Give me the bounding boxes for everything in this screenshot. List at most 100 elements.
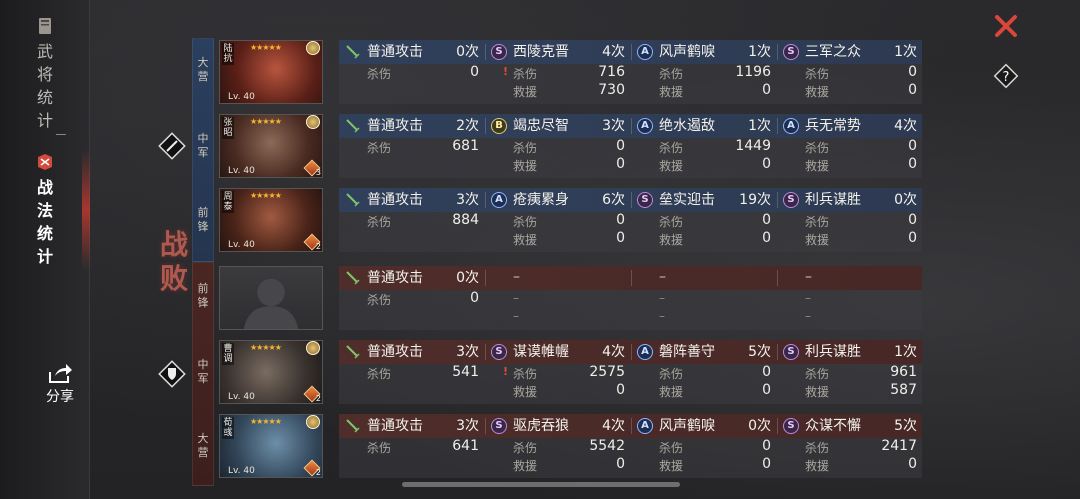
tactic-count: 5次 — [748, 344, 771, 360]
kill-value: 0 — [908, 212, 917, 228]
general-portrait[interactable]: 张昭 ★★★★★ Lv. 40 3 — [219, 114, 323, 178]
tactic-count: 3次 — [456, 192, 479, 208]
heal-stat: 救援 0 — [805, 230, 917, 247]
tactic-count: 3次 — [456, 418, 479, 434]
tactic-cell[interactable]: S 驱虎吞狼 4次 杀伤 5542 救援 0 — [485, 414, 630, 478]
kill-label: 杀伤 — [367, 67, 392, 81]
tactic-cell[interactable]: A 风声鹤唳 0次 杀伤 0 救援 0 — [631, 414, 776, 478]
tactic-cell[interactable]: S 众谋不懈 5次 杀伤 2417 救援 0 — [777, 414, 922, 478]
general-portrait[interactable]: 周泰 ★★★★★ Lv. 40 2 — [219, 188, 323, 252]
heal-stat: 救援 0 — [805, 456, 917, 473]
kill-stat: – — [513, 291, 625, 307]
tab-tactic-stats[interactable]: 战法统计 — [0, 152, 90, 268]
general-portrait[interactable]: 荀彧 ★★★★★ Lv. 40 2 — [219, 414, 323, 478]
kill-label: 杀伤 — [659, 141, 684, 155]
tactic-count: 3次 — [456, 344, 479, 360]
heal-value: 0 — [762, 230, 771, 246]
tactic-header: S 三军之众 1次 — [783, 43, 917, 61]
kill-value: 0 — [470, 290, 479, 306]
heal-label: 救援 — [805, 233, 830, 247]
tactic-cell[interactable]: 普通攻击 2次 杀伤 681 — [339, 114, 484, 178]
tactic-count: 0次 — [456, 270, 479, 286]
general-level: Lv. 40 — [228, 240, 255, 250]
tactic-header: 普通攻击 3次 — [345, 343, 479, 361]
kill-label: 杀伤 — [805, 215, 830, 229]
heal-value: 0 — [616, 456, 625, 472]
heal-label: – — [659, 309, 665, 323]
help-icon[interactable]: ? — [992, 62, 1020, 90]
tactic-row: 普通攻击 2次 杀伤 681 B 竭忠尽智 3次 杀伤 0 救援 0 A 绝水遏敌 1次 杀伤 1449 救援 0… — [339, 114, 922, 178]
tactic-cell[interactable]: 普通攻击 3次 杀伤 641 — [339, 414, 484, 478]
tactic-cell[interactable]: 普通攻击 3次 杀伤 541 — [339, 340, 484, 404]
tactic-header: A 绝水遏敌 1次 — [637, 117, 771, 135]
tactic-header: A 风声鹤唳 1次 — [637, 43, 771, 61]
kill-stat: 杀伤 0 — [659, 212, 771, 229]
kill-value: 0 — [908, 138, 917, 154]
tactic-name: 利兵谋胜 — [805, 192, 861, 208]
kill-label: 杀伤 — [513, 441, 538, 455]
general-name: 荀彧 — [222, 417, 234, 439]
tactic-name: 绝水遏敌 — [659, 118, 715, 134]
kill-stat: 杀伤 2417 — [805, 438, 917, 455]
general-name: 陆抗 — [222, 43, 234, 65]
tactic-cell[interactable]: A 疮痍累身 6次 杀伤 0 救援 0 — [485, 188, 630, 252]
general-portrait[interactable]: 曹调 ★★★★★ Lv. 40 2 — [219, 340, 323, 404]
tactic-header: 普通攻击 0次 — [345, 269, 479, 287]
tactic-cell[interactable]: 普通攻击 0次 杀伤 0 — [339, 40, 484, 104]
tactic-cell[interactable]: – – – — [631, 266, 776, 330]
tactic-name: – — [513, 269, 520, 285]
heal-value: 0 — [908, 156, 917, 172]
tactic-count: 0次 — [456, 44, 479, 60]
tactic-cell[interactable]: S 利兵谋胜 1次 杀伤 961 救援 587 — [777, 340, 922, 404]
tactic-cell[interactable]: B 竭忠尽智 3次 杀伤 0 救援 0 — [485, 114, 630, 178]
heal-value: 0 — [616, 382, 625, 398]
tactic-cell[interactable]: A 兵无常势 4次 杀伤 0 救援 0 — [777, 114, 922, 178]
tactic-cell[interactable]: S 西陵克晋 4次! 杀伤 716 救援 730 — [485, 40, 630, 104]
heal-label: 救援 — [805, 385, 830, 399]
tactic-name: 三军之众 — [805, 44, 861, 60]
heal-value: 0 — [762, 156, 771, 172]
heal-value: 0 — [762, 382, 771, 398]
heal-label: 救援 — [805, 159, 830, 173]
close-icon[interactable] — [992, 12, 1020, 40]
heal-label: 救援 — [659, 85, 684, 99]
kill-label: 杀伤 — [659, 441, 684, 455]
kill-stat: 杀伤 1449 — [659, 138, 771, 155]
position-label: 大营 — [197, 432, 209, 459]
tactic-count: 0次 — [748, 418, 771, 434]
tab-general-stats[interactable]: 武将统计 — [0, 16, 90, 132]
sword-icon — [346, 45, 360, 59]
general-portrait[interactable]: 陆抗 ★★★★★ Lv. 40 — [219, 40, 323, 104]
kill-value: 0 — [908, 64, 917, 80]
tactic-cell[interactable]: S 三军之众 1次 杀伤 0 救援 0 — [777, 40, 922, 104]
horizontal-scrollbar[interactable] — [402, 482, 680, 487]
general-name: 曹调 — [222, 343, 234, 365]
tactic-cell[interactable]: A 风声鹤唳 1次 杀伤 1196 救援 0 — [631, 40, 776, 104]
tactic-name: 普通攻击 — [367, 118, 423, 134]
tactic-cell[interactable]: A 绝水遏敌 1次 杀伤 1449 救援 0 — [631, 114, 776, 178]
kill-label: 杀伤 — [513, 141, 538, 155]
tactic-cell[interactable]: S 利兵谋胜 0次 杀伤 0 救援 0 — [777, 188, 922, 252]
tactic-header: 普通攻击 2次 — [345, 117, 479, 135]
scroll-icon — [38, 154, 52, 170]
troop-count: 2 — [315, 394, 321, 403]
tactic-cell[interactable]: 普通攻击 3次 杀伤 884 — [339, 188, 484, 252]
tactic-cell[interactable]: – – – — [485, 266, 630, 330]
heal-stat: 救援 0 — [513, 382, 625, 399]
defeat-label: 战败 — [159, 228, 188, 295]
share-button[interactable]: 分享 — [36, 362, 84, 406]
tactic-cell[interactable]: A 磐阵善守 5次 杀伤 0 救援 0 — [631, 340, 776, 404]
tactic-cell[interactable]: S 垒实迎击 19次 杀伤 0 救援 0 — [631, 188, 776, 252]
kill-value: 2417 — [881, 438, 917, 454]
kill-label: 杀伤 — [805, 141, 830, 155]
tactic-cell[interactable]: – – – — [777, 266, 922, 330]
kill-stat: 杀伤 0 — [805, 64, 917, 81]
heal-label: 救援 — [513, 85, 538, 99]
tactic-header: 普通攻击 0次 — [345, 43, 479, 61]
tactic-name: 风声鹤唳 — [659, 418, 715, 434]
tactic-cell[interactable]: S 谋谟帷幄 4次! 杀伤 2575 救援 0 — [485, 340, 630, 404]
heal-stat: 救援 0 — [513, 156, 625, 173]
tactic-name: – — [805, 269, 812, 285]
heal-stat: 救援 0 — [659, 382, 771, 399]
tactic-cell[interactable]: 普通攻击 0次 杀伤 0 — [339, 266, 484, 330]
